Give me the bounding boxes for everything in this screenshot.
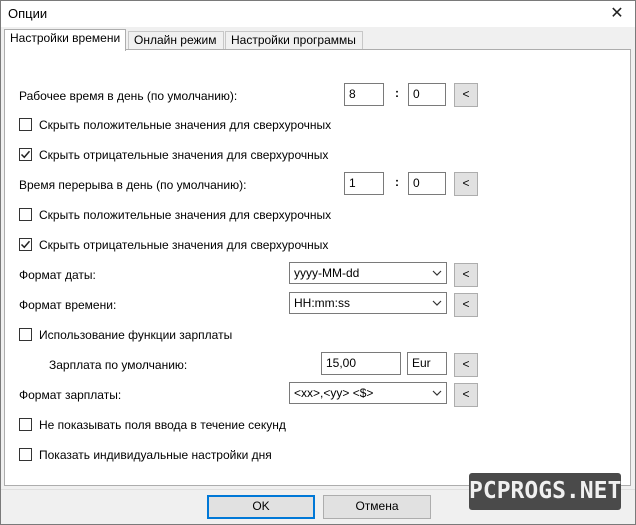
time-format-value: HH:mm:ss xyxy=(294,296,350,310)
salary-format-label: Формат зарплаты: xyxy=(19,388,122,402)
break-minutes-input[interactable]: 0 xyxy=(408,172,446,195)
chevron-down-icon xyxy=(432,300,442,306)
work-hide-positive-label: Скрыть положительные значения для сверху… xyxy=(39,118,332,132)
work-time-reset-button[interactable]: < xyxy=(454,83,478,107)
date-format-label: Формат даты: xyxy=(19,268,96,282)
salary-default-label: Зарплата по умолчанию: xyxy=(49,358,188,372)
check-icon xyxy=(20,150,31,159)
tab-online-mode[interactable]: Онлайн режим xyxy=(128,31,224,50)
hide-input-fields-label: Не показывать поля ввода в течение секун… xyxy=(39,418,286,432)
watermark-logo: PCPROGS.NET xyxy=(469,473,621,510)
salary-default-reset-button[interactable]: < xyxy=(454,353,478,377)
time-format-label: Формат времени: xyxy=(19,298,117,312)
break-hide-negative-label: Скрыть отрицательные значения для сверху… xyxy=(39,238,329,252)
salary-currency-input[interactable]: Eur xyxy=(407,352,447,375)
checkbox-individual-day-settings[interactable] xyxy=(19,448,32,461)
salary-format-reset-button[interactable]: < xyxy=(454,383,478,407)
checkbox-work-hide-positive[interactable] xyxy=(19,118,32,131)
checkbox-salary-function[interactable] xyxy=(19,328,32,341)
work-time-label: Рабочее время в день (по умолчанию): xyxy=(19,89,238,103)
work-minutes-input[interactable]: 0 xyxy=(408,83,446,106)
break-time-label: Время перерыва в день (по умолчанию): xyxy=(19,178,247,192)
date-format-select[interactable]: yyyy-MM-dd xyxy=(289,262,447,284)
dialog-client: Настройки времени Онлайн режим Настройки… xyxy=(1,27,635,489)
salary-format-value: <xx>,<yy> <$> xyxy=(294,386,374,400)
checkbox-hide-input-fields[interactable] xyxy=(19,418,32,431)
options-dialog: Опции ✕ Настройки времени Онлайн режим Н… xyxy=(0,0,636,525)
time-settings-panel: Рабочее время в день (по умолчанию): 8 :… xyxy=(4,49,631,486)
tab-program-settings[interactable]: Настройки программы xyxy=(225,31,363,50)
break-hide-positive-label: Скрыть положительные значения для сверху… xyxy=(39,208,332,222)
salary-format-select[interactable]: <xx>,<yy> <$> xyxy=(289,382,447,404)
date-format-value: yyyy-MM-dd xyxy=(294,266,360,280)
time-format-reset-button[interactable]: < xyxy=(454,293,478,317)
work-hide-negative-label: Скрыть отрицательные значения для сверху… xyxy=(39,148,329,162)
time-format-select[interactable]: HH:mm:ss xyxy=(289,292,447,314)
salary-default-input[interactable]: 15,00 xyxy=(321,352,401,375)
chevron-down-icon xyxy=(432,270,442,276)
check-icon xyxy=(20,240,31,249)
date-format-reset-button[interactable]: < xyxy=(454,263,478,287)
work-time-colon: : xyxy=(395,86,399,100)
work-hours-input[interactable]: 8 xyxy=(344,83,384,106)
tab-time-settings[interactable]: Настройки времени xyxy=(4,29,126,51)
checkbox-break-hide-negative[interactable] xyxy=(19,238,32,251)
checkbox-break-hide-positive[interactable] xyxy=(19,208,32,221)
break-hours-input[interactable]: 1 xyxy=(344,172,384,195)
chevron-down-icon xyxy=(432,390,442,396)
break-time-reset-button[interactable]: < xyxy=(454,172,478,196)
break-time-colon: : xyxy=(395,175,399,189)
window-title: Опции xyxy=(8,6,48,21)
checkbox-work-hide-negative[interactable] xyxy=(19,148,32,161)
salary-function-label: Использование функции зарплаты xyxy=(39,328,233,342)
ok-button[interactable]: OK xyxy=(207,495,315,519)
cancel-button[interactable]: Отмена xyxy=(323,495,431,519)
individual-day-settings-label: Показать индивидуальные настройки дня xyxy=(39,448,272,462)
close-icon[interactable]: ✕ xyxy=(599,1,635,27)
title-bar: Опции ✕ xyxy=(1,1,635,27)
